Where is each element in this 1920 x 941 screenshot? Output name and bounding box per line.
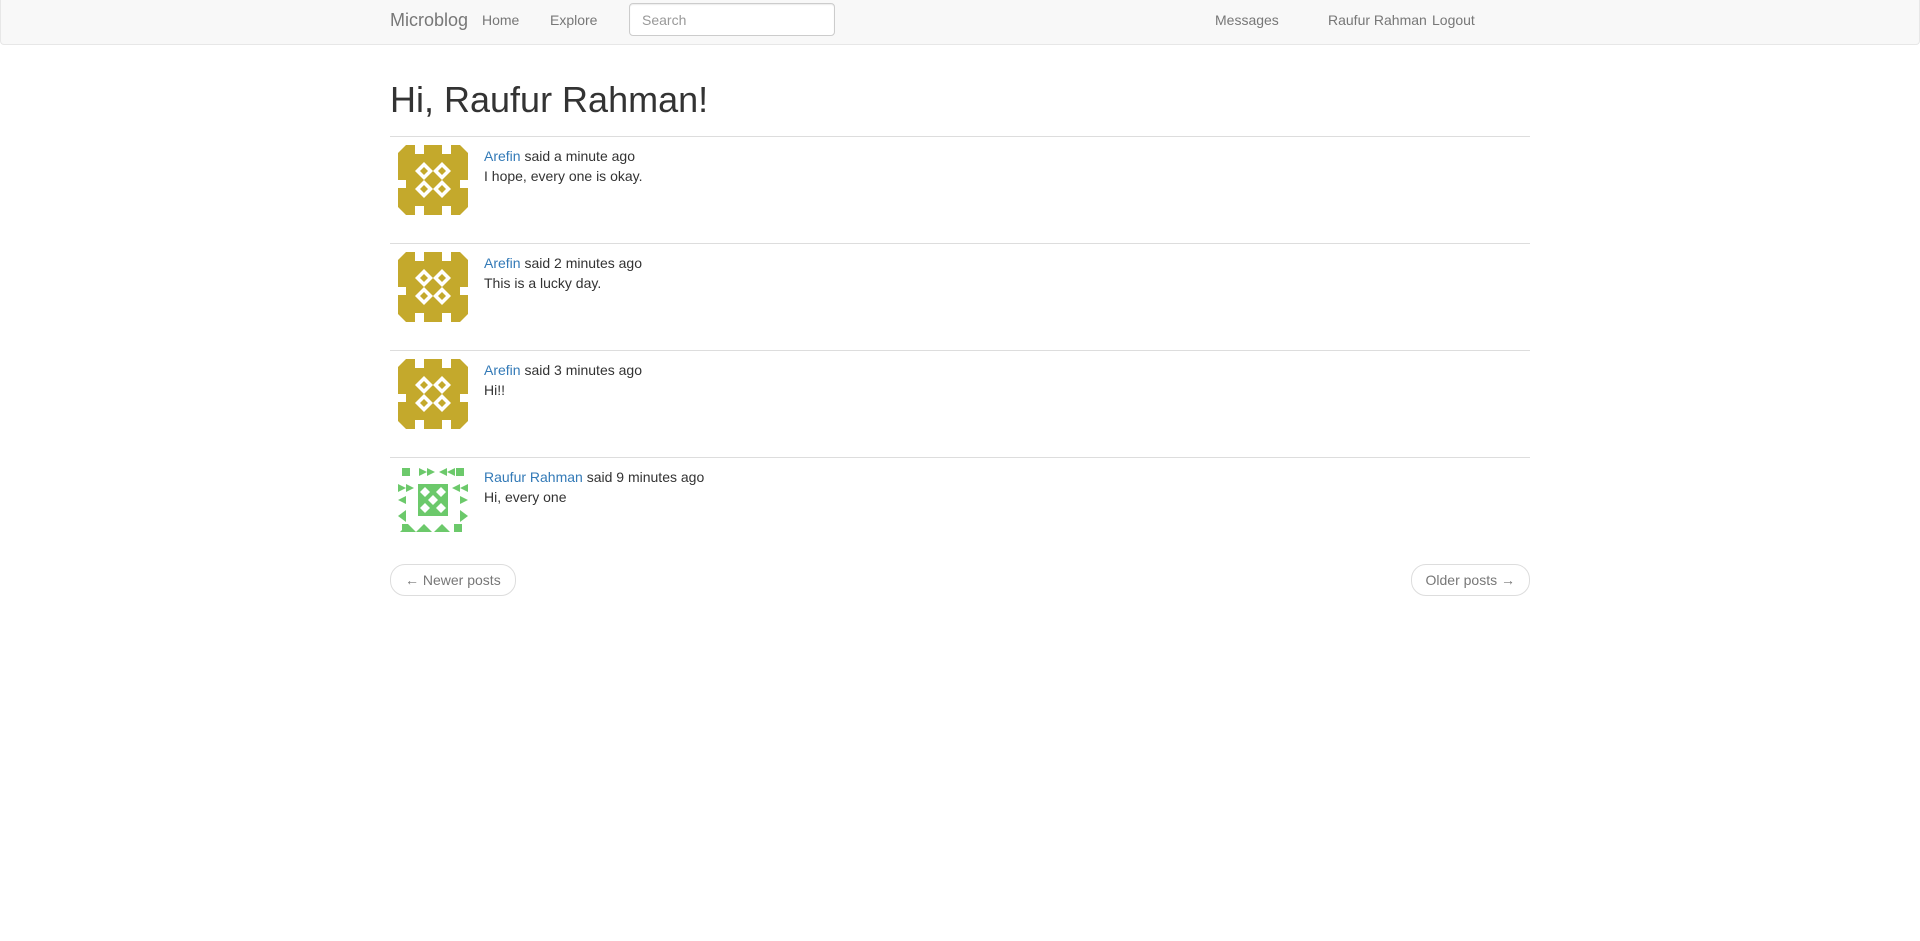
post-author-link[interactable]: Arefin [484,148,521,164]
post-row: Arefin said 3 minutes ago Hi!! [390,351,1530,458]
post-meta: Arefin said a minute ago [484,146,635,166]
post-meta: Arefin said 3 minutes ago [484,360,642,380]
post-meta: Raufur Rahman said 9 minutes ago [484,467,704,487]
post-body: This is a lucky day. [484,275,602,291]
post-time: said 2 minutes ago [524,255,642,271]
post-time: said 3 minutes ago [524,362,642,378]
nav-home-link[interactable]: Home [482,0,519,44]
older-posts-button[interactable]: Older posts → [1410,564,1530,596]
post-author-link[interactable]: Raufur Rahman [484,469,583,485]
navbar: Microblog Home Explore Messages Raufur R… [0,0,1920,45]
post-meta: Arefin said 2 minutes ago [484,253,642,273]
post-body: Hi!! [484,382,505,398]
post-time: said a minute ago [524,148,635,164]
nav-explore-link[interactable]: Explore [550,0,597,44]
avatar-arefin[interactable] [398,359,468,429]
nav-messages-link[interactable]: Messages [1215,0,1279,44]
page-title: Hi, Raufur Rahman! [390,79,709,120]
post-body: I hope, every one is okay. [484,168,643,184]
avatar-raufur[interactable] [398,466,468,536]
post-row: Arefin said 2 minutes ago This is a luck… [390,244,1530,351]
navbar-inner: Microblog Home Explore Messages Raufur R… [375,0,1545,44]
nav-user-link[interactable]: Raufur Rahman [1328,0,1427,44]
post-row: Arefin said a minute ago I hope, every o… [390,137,1530,244]
post-body: Hi, every one [484,489,567,505]
post-row: Raufur Rahman said 9 minutes ago Hi, eve… [390,458,1530,565]
newer-posts-button[interactable]: ← Newer posts [390,564,516,596]
post-author-link[interactable]: Arefin [484,362,521,378]
post-time: said 9 minutes ago [586,469,705,485]
brand-link[interactable]: Microblog [390,0,468,44]
search-input[interactable] [629,3,835,36]
avatar-arefin[interactable] [398,252,468,322]
post-author-link[interactable]: Arefin [484,255,521,271]
avatar-arefin[interactable] [398,145,468,215]
nav-logout-link[interactable]: Logout [1432,0,1475,44]
